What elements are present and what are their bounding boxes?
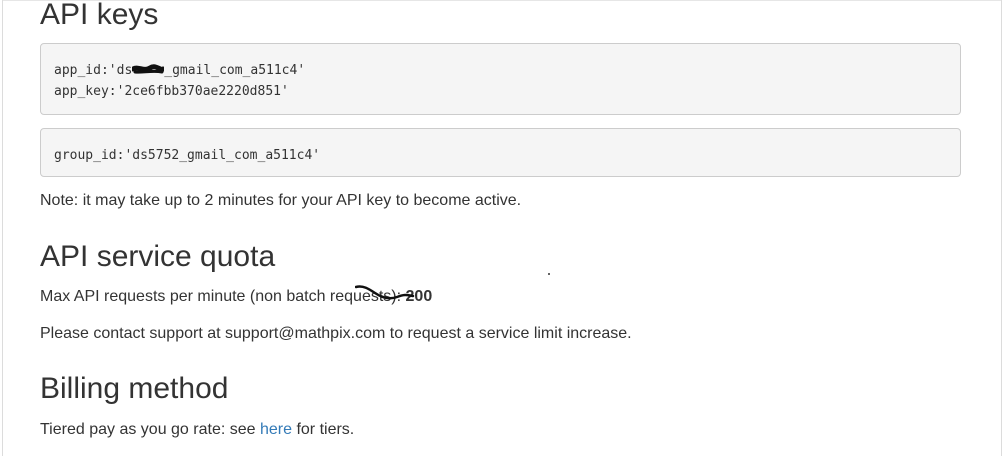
- billing-method-heading: Billing method: [40, 372, 229, 405]
- pen-scribble-mark: [355, 285, 415, 300]
- app-id-suffix: _gmail_com_a511c4': [164, 63, 306, 78]
- tier-suffix: for tiers.: [292, 421, 355, 438]
- group-id-box[interactable]: group_id:'ds5752_gmail_com_a511c4': [40, 128, 961, 177]
- api-credentials-box[interactable]: app_id:'ds _gmail_com_a511c4' app_key:'2c…: [40, 43, 961, 115]
- stray-dot-mark: [548, 273, 550, 275]
- contact-support-text: Please contact support at support@mathpi…: [40, 325, 632, 342]
- app-key-line[interactable]: app_key:'2ce6fbb370ae2220d851': [54, 81, 947, 102]
- tier-prefix: Tiered pay as you go rate: see: [40, 421, 260, 438]
- group-id-line[interactable]: group_id:'ds5752_gmail_com_a511c4': [54, 145, 947, 166]
- tiered-rate-text: Tiered pay as you go rate: see here for …: [40, 420, 354, 440]
- tiers-here-link[interactable]: here: [260, 421, 292, 438]
- page-left-border: [2, 0, 3, 456]
- app-id-prefix: app_id:'ds: [54, 63, 133, 78]
- api-service-quota-heading: API service quota: [40, 240, 276, 273]
- redaction-mark: [132, 63, 165, 76]
- max-requests-label: Max API requests per minute (non batch r…: [40, 288, 406, 305]
- page-right-border: [1001, 0, 1002, 456]
- api-key-activation-note: Note: it may take up to 2 minutes for yo…: [40, 192, 522, 209]
- api-keys-heading: API keys: [40, 0, 159, 31]
- app-id-line[interactable]: app_id:'ds _gmail_com_a511c4': [54, 60, 947, 81]
